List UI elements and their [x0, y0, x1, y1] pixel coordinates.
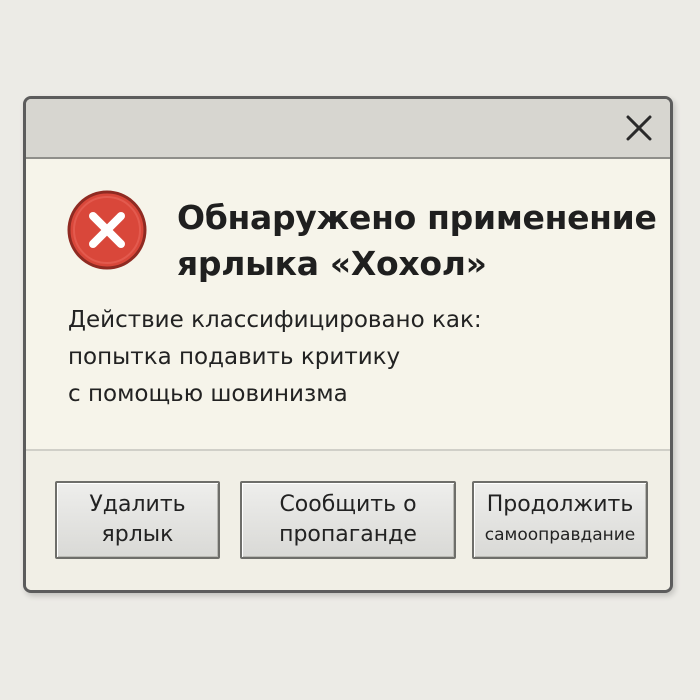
message-line: с помощью шовинизма: [68, 381, 348, 407]
message-line: попытка подавить критику: [68, 344, 401, 370]
button-label-line: Продолжить: [486, 492, 634, 517]
button-label-line: самооправдание: [484, 525, 636, 545]
button-label-line: ярлык: [101, 522, 174, 547]
button-label-line: Удалить: [89, 492, 186, 517]
continue-self-justification-button[interactable]: Продолжить самооправдание: [472, 481, 648, 559]
dialog-button-bar: Удалить ярлык Сообщить о пропаганде Прод…: [26, 449, 670, 590]
dialog-titlebar: [26, 99, 670, 159]
dialog-title-line: ярлыка «Хохол»: [177, 244, 487, 283]
dialog-title-line: Обнаружено применение: [177, 198, 657, 237]
close-icon: [626, 115, 652, 141]
remove-label-button[interactable]: Удалить ярлык: [55, 481, 220, 559]
dialog-title: Обнаружено применение ярлыка «Хохол»: [177, 195, 657, 287]
button-label-line: пропаганде: [279, 522, 417, 547]
alert-dialog: Обнаружено применение ярлыка «Хохол» Дей…: [23, 96, 673, 593]
error-icon: [66, 189, 148, 271]
close-button[interactable]: [622, 111, 656, 145]
report-propaganda-button[interactable]: Сообщить о пропаганде: [240, 481, 456, 559]
message-line: Действие классифицировано как:: [68, 307, 482, 333]
dialog-message: Действие классифицировано как: попытка п…: [68, 302, 628, 413]
button-label-line: Сообщить о: [279, 492, 417, 517]
